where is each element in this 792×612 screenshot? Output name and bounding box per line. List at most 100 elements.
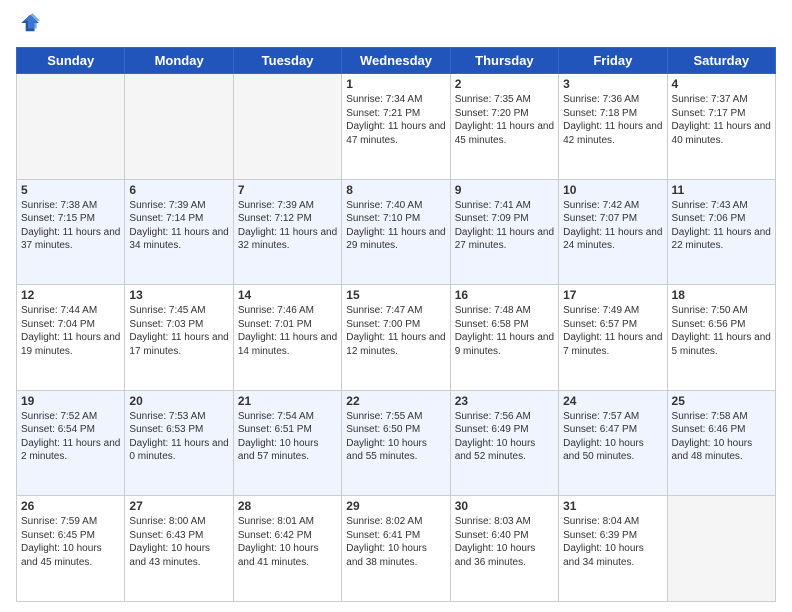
day-info: Sunrise: 7:49 AM Sunset: 6:57 PM Dayligh… [563,304,662,358]
day-number: 24 [563,394,662,408]
day-number: 15 [346,288,445,302]
calendar-week-row: 19Sunrise: 7:52 AM Sunset: 6:54 PM Dayli… [17,390,776,496]
day-info: Sunrise: 8:04 AM Sunset: 6:39 PM Dayligh… [563,515,662,569]
table-row: 7 Sunrise: 7:39 AM Sunset: 7:12 PM Daylig… [233,179,341,285]
day-info: Sunrise: 7:37 AM Sunset: 7:17 PM Dayligh… [672,93,771,147]
col-sunday: Sunday [17,48,125,74]
day-number: 26 [21,499,120,513]
day-number: 28 [238,499,337,513]
table-row: 16 Sunrise: 7:48 AM Sunset: 6:58 PM Dayli… [450,285,558,391]
table-row: 23Sunrise: 7:56 AM Sunset: 6:49 PM Dayli… [450,390,558,496]
calendar-week-row: 26 Sunrise: 7:59 AM Sunset: 6:45 PM Dayli… [17,496,776,602]
table-row: 27 Sunrise: 8:00 AM Sunset: 6:43 PM Dayli… [125,496,233,602]
table-row: 11 Sunrise: 7:43 AM Sunset: 7:06 PM Dayli… [667,179,775,285]
table-row: 20 Sunrise: 7:53 AM Sunset: 6:53 PM Dayli… [125,390,233,496]
table-row: 12 Sunrise: 7:44 AM Sunset: 7:04 PM Dayli… [17,285,125,391]
day-number: 29 [346,499,445,513]
table-row: 9 Sunrise: 7:41 AM Sunset: 7:09 PM Daylig… [450,179,558,285]
day-number: 20 [129,394,228,408]
day-info: Sunrise: 7:42 AM Sunset: 7:07 PM Dayligh… [563,199,662,253]
col-monday: Monday [125,48,233,74]
table-row: 10 Sunrise: 7:42 AM Sunset: 7:07 PM Dayli… [559,179,667,285]
page: Sunday Monday Tuesday Wednesday Thursday… [0,0,792,612]
day-info: Sunrise: 7:47 AM Sunset: 7:00 PM Dayligh… [346,304,445,358]
day-number: 30 [455,499,554,513]
day-info: Sunrise: 7:53 AM Sunset: 6:53 PM Dayligh… [129,410,228,464]
day-number: 5 [21,183,120,197]
day-info: Sunrise: 7:40 AM Sunset: 7:10 PM Dayligh… [346,199,445,253]
day-number: 9 [455,183,554,197]
table-row: 8Sunrise: 7:40 AM Sunset: 7:10 PM Daylig… [342,179,450,285]
day-info: Sunrise: 7:55 AM Sunset: 6:50 PM Dayligh… [346,410,445,464]
day-number: 10 [563,183,662,197]
day-number: 3 [563,77,662,91]
table-row: 14Sunrise: 7:46 AM Sunset: 7:01 PM Dayli… [233,285,341,391]
calendar-week-row: 12 Sunrise: 7:44 AM Sunset: 7:04 PM Dayli… [17,285,776,391]
day-info: Sunrise: 7:48 AM Sunset: 6:58 PM Dayligh… [455,304,554,358]
day-info: Sunrise: 7:52 AM Sunset: 6:54 PM Dayligh… [21,410,120,464]
calendar-week-row: 5 Sunrise: 7:38 AM Sunset: 7:15 PM Daylig… [17,179,776,285]
day-number: 21 [238,394,337,408]
table-row: 19Sunrise: 7:52 AM Sunset: 6:54 PM Dayli… [17,390,125,496]
table-row [233,74,341,180]
table-row: 26 Sunrise: 7:59 AM Sunset: 6:45 PM Dayli… [17,496,125,602]
table-row: 4Sunrise: 7:37 AM Sunset: 7:17 PM Daylig… [667,74,775,180]
day-number: 6 [129,183,228,197]
day-number: 1 [346,77,445,91]
day-number: 13 [129,288,228,302]
day-number: 7 [238,183,337,197]
col-thursday: Thursday [450,48,558,74]
table-row: 15 Sunrise: 7:47 AM Sunset: 7:00 PM Dayli… [342,285,450,391]
table-row: 22 Sunrise: 7:55 AM Sunset: 6:50 PM Dayli… [342,390,450,496]
day-info: Sunrise: 7:50 AM Sunset: 6:56 PM Dayligh… [672,304,771,358]
day-info: Sunrise: 8:00 AM Sunset: 6:43 PM Dayligh… [129,515,228,569]
table-row: 1 Sunrise: 7:34 AM Sunset: 7:21 PM Daylig… [342,74,450,180]
table-row [17,74,125,180]
day-info: Sunrise: 7:39 AM Sunset: 7:14 PM Dayligh… [129,199,228,253]
table-row: 18Sunrise: 7:50 AM Sunset: 6:56 PM Dayli… [667,285,775,391]
day-number: 27 [129,499,228,513]
table-row: 5 Sunrise: 7:38 AM Sunset: 7:15 PM Daylig… [17,179,125,285]
day-number: 22 [346,394,445,408]
day-info: Sunrise: 7:34 AM Sunset: 7:21 PM Dayligh… [346,93,445,147]
table-row: 29 Sunrise: 8:02 AM Sunset: 6:41 PM Dayli… [342,496,450,602]
table-row: 28 Sunrise: 8:01 AM Sunset: 6:42 PM Dayli… [233,496,341,602]
day-info: Sunrise: 7:56 AM Sunset: 6:49 PM Dayligh… [455,410,554,464]
col-saturday: Saturday [667,48,775,74]
day-info: Sunrise: 7:39 AM Sunset: 7:12 PM Dayligh… [238,199,337,253]
table-row: 3 Sunrise: 7:36 AM Sunset: 7:18 PM Daylig… [559,74,667,180]
day-info: Sunrise: 7:35 AM Sunset: 7:20 PM Dayligh… [455,93,554,147]
table-row: 30 Sunrise: 8:03 AM Sunset: 6:40 PM Dayli… [450,496,558,602]
day-info: Sunrise: 7:36 AM Sunset: 7:18 PM Dayligh… [563,93,662,147]
calendar-header-row: Sunday Monday Tuesday Wednesday Thursday… [17,48,776,74]
day-info: Sunrise: 8:01 AM Sunset: 6:42 PM Dayligh… [238,515,337,569]
day-info: Sunrise: 7:41 AM Sunset: 7:09 PM Dayligh… [455,199,554,253]
day-number: 12 [21,288,120,302]
calendar-table: Sunday Monday Tuesday Wednesday Thursday… [16,47,776,602]
day-info: Sunrise: 7:44 AM Sunset: 7:04 PM Dayligh… [21,304,120,358]
day-number: 11 [672,183,771,197]
day-info: Sunrise: 7:38 AM Sunset: 7:15 PM Dayligh… [21,199,120,253]
table-row: 31 Sunrise: 8:04 AM Sunset: 6:39 PM Dayli… [559,496,667,602]
col-tuesday: Tuesday [233,48,341,74]
table-row: 13Sunrise: 7:45 AM Sunset: 7:03 PM Dayli… [125,285,233,391]
day-info: Sunrise: 7:43 AM Sunset: 7:06 PM Dayligh… [672,199,771,253]
table-row: 25Sunrise: 7:58 AM Sunset: 6:46 PM Dayli… [667,390,775,496]
table-row: 6 Sunrise: 7:39 AM Sunset: 7:14 PM Daylig… [125,179,233,285]
day-number: 17 [563,288,662,302]
day-info: Sunrise: 7:58 AM Sunset: 6:46 PM Dayligh… [672,410,771,464]
day-number: 2 [455,77,554,91]
calendar-week-row: 1 Sunrise: 7:34 AM Sunset: 7:21 PM Daylig… [17,74,776,180]
table-row [667,496,775,602]
table-row: 17 Sunrise: 7:49 AM Sunset: 6:57 PM Dayli… [559,285,667,391]
day-info: Sunrise: 7:59 AM Sunset: 6:45 PM Dayligh… [21,515,120,569]
day-info: Sunrise: 8:03 AM Sunset: 6:40 PM Dayligh… [455,515,554,569]
logo-icon [18,12,40,34]
day-info: Sunrise: 7:54 AM Sunset: 6:51 PM Dayligh… [238,410,337,464]
col-wednesday: Wednesday [342,48,450,74]
table-row: 21 Sunrise: 7:54 AM Sunset: 6:51 PM Dayli… [233,390,341,496]
day-number: 31 [563,499,662,513]
day-number: 16 [455,288,554,302]
day-info: Sunrise: 7:57 AM Sunset: 6:47 PM Dayligh… [563,410,662,464]
day-info: Sunrise: 8:02 AM Sunset: 6:41 PM Dayligh… [346,515,445,569]
